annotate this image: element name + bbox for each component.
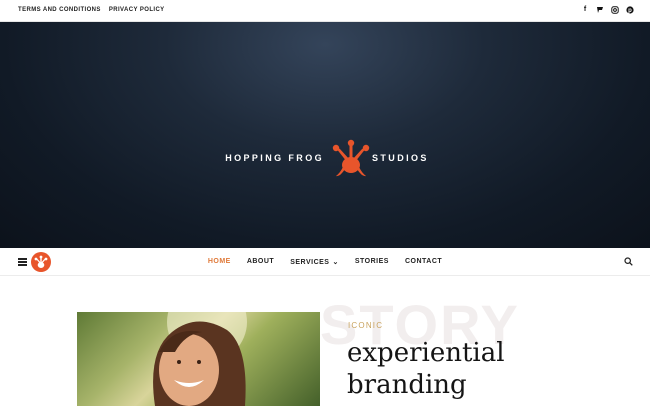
main-nav: HOME ABOUT SERVICES ⌄ STORIES CONTACT: [0, 248, 650, 276]
smiling-woman-image: [153, 312, 247, 406]
nav-item-home[interactable]: HOME: [208, 258, 231, 266]
nav-item-services[interactable]: SERVICES ⌄: [290, 258, 339, 266]
terms-link[interactable]: TERMS AND CONDITIONS: [18, 7, 101, 13]
chevron-down-icon: ⌄: [332, 259, 339, 266]
foursquare-icon[interactable]: [596, 6, 604, 14]
nav-item-services-label: SERVICES: [290, 259, 330, 266]
nav-menu: HOME ABOUT SERVICES ⌄ STORIES CONTACT: [0, 258, 650, 266]
top-links: TERMS AND CONDITIONS PRIVACY POLICY: [18, 7, 171, 13]
eyebrow-label: ICONIC: [348, 321, 384, 330]
hero-banner: HOPPING FROG STUDIOS: [0, 22, 650, 248]
nav-item-contact[interactable]: CONTACT: [405, 258, 442, 266]
nav-item-about[interactable]: ABOUT: [247, 258, 274, 266]
nav-item-stories[interactable]: STORIES: [355, 258, 389, 266]
svg-text:p: p: [628, 8, 632, 14]
intro-section: STORY ICONIC experiential branding: [0, 276, 650, 406]
top-bar: TERMS AND CONDITIONS PRIVACY POLICY f p: [0, 0, 650, 22]
privacy-link[interactable]: PRIVACY POLICY: [109, 7, 165, 13]
brand-name-left: HOPPING FROG: [225, 153, 324, 163]
hero-photo: [77, 312, 320, 406]
social-links: f p: [581, 6, 634, 14]
headline-line-2: branding: [347, 370, 467, 400]
facebook-icon[interactable]: f: [581, 6, 589, 14]
frog-foot-icon: [332, 139, 370, 177]
pinterest-icon[interactable]: p: [626, 6, 634, 14]
search-icon[interactable]: [624, 257, 633, 266]
headline-line-1: experiential: [347, 338, 505, 368]
brand-logo[interactable]: HOPPING FROG STUDIOS: [0, 139, 650, 179]
brand-name-right: STUDIOS: [372, 153, 429, 163]
instagram-icon[interactable]: [611, 6, 619, 14]
